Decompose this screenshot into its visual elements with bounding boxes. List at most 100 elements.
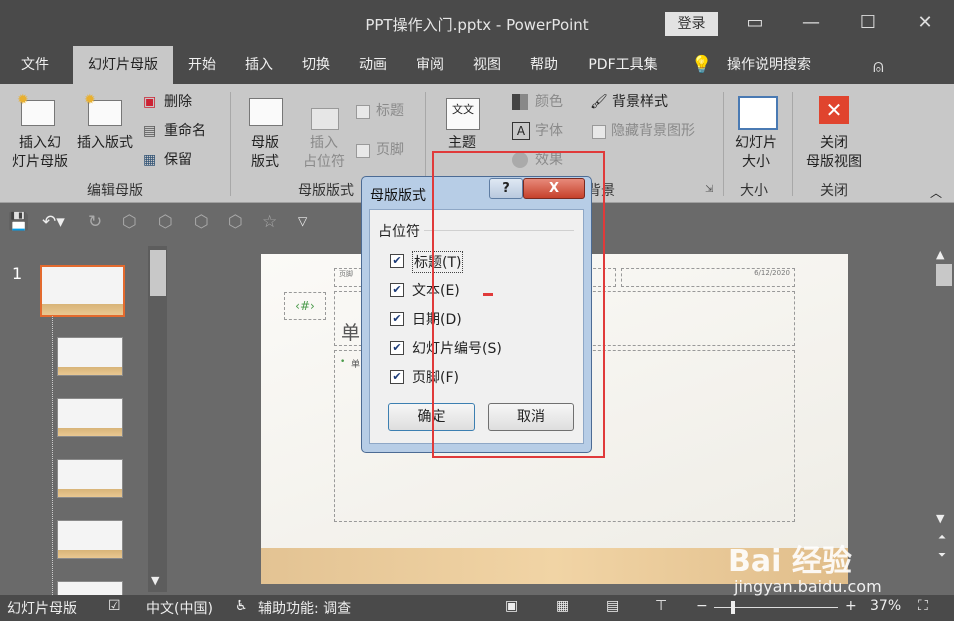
tab-review[interactable]: 审阅 — [408, 46, 452, 84]
collapse-ribbon-icon[interactable]: ︿ — [930, 184, 942, 201]
delete-icon[interactable]: ▣ — [143, 94, 156, 110]
insert-slide-master-label-1[interactable]: 插入幻 — [8, 134, 72, 153]
number-placeholder[interactable]: ‹#› — [284, 292, 326, 320]
delete-button[interactable]: 删除 — [164, 93, 192, 112]
shape-icon[interactable]: ⬡ — [228, 212, 243, 232]
title-checkbox-label: 标题 — [376, 103, 404, 119]
accessibility-icon[interactable]: ♿ — [235, 598, 248, 614]
master-layout-label-2[interactable]: 版式 — [240, 153, 290, 172]
layout-thumbnail[interactable] — [57, 459, 123, 498]
slide-number-option-checkbox[interactable]: ✔ — [390, 341, 404, 355]
colors-button: 颜色 — [535, 94, 563, 110]
fit-to-window-icon[interactable]: ⛶ — [918, 598, 928, 614]
ribbon-separator — [723, 92, 724, 196]
layout-thumbnail[interactable] — [57, 398, 123, 437]
tab-pdf-tools[interactable]: PDF工具集 — [580, 46, 666, 84]
close-master-label-1[interactable]: 关闭 — [798, 134, 870, 153]
scroll-down-icon[interactable]: ▼ — [936, 512, 944, 525]
close-master-label-2[interactable]: 母版视图 — [798, 153, 870, 172]
normal-view-icon[interactable]: ▣ — [505, 598, 518, 614]
master-thumbnail[interactable] — [40, 265, 125, 317]
tab-home[interactable]: 开始 — [180, 46, 224, 84]
slide-size-icon[interactable] — [738, 96, 778, 130]
status-language[interactable]: 中文(中国) — [146, 598, 213, 618]
hide-bg-checkbox — [592, 125, 606, 139]
hide-bg-label: 隐藏背景图形 — [611, 123, 695, 139]
shape-icon[interactable]: ⬡ — [158, 212, 173, 232]
slideshow-icon[interactable]: ⊤ — [655, 598, 667, 614]
rename-icon[interactable]: ▤ — [143, 123, 156, 139]
slide-size-label-2[interactable]: 大小 — [726, 153, 786, 172]
text-option-checkbox[interactable]: ✔ — [390, 283, 404, 297]
header-text: 页脚 — [339, 270, 353, 278]
next-slide-icon[interactable]: ⏷ — [938, 550, 946, 561]
close-master-view-icon[interactable]: ✕ — [819, 96, 849, 124]
tab-animations[interactable]: 动画 — [351, 46, 395, 84]
title-text: 单 — [341, 322, 361, 344]
tab-slide-master[interactable]: 幻灯片母版 — [73, 46, 173, 84]
reading-view-icon[interactable]: ▤ — [606, 598, 619, 614]
slide-size-label-1[interactable]: 幻灯片 — [726, 134, 786, 153]
scroll-up-icon[interactable]: ▲ — [936, 248, 944, 261]
thumbnail-scrollbar[interactable] — [148, 246, 167, 592]
body-text: 单 — [351, 360, 361, 370]
insert-layout-label[interactable]: 插入版式 — [72, 134, 138, 153]
slide-sorter-icon[interactable]: ▦ — [556, 598, 569, 614]
preserve-button[interactable]: 保留 — [164, 151, 192, 170]
undo-icon[interactable]: ↶▾ — [42, 212, 65, 232]
close-icon[interactable]: ✕ — [910, 9, 940, 37]
previous-slide-icon[interactable]: ⏶ — [938, 532, 946, 543]
notes-icon[interactable]: ☑ — [108, 598, 121, 614]
footer-option-checkbox[interactable]: ✔ — [390, 370, 404, 384]
bullet-icon: • — [340, 357, 346, 367]
layout-thumbnail[interactable] — [57, 520, 123, 559]
tab-transitions[interactable]: 切换 — [294, 46, 338, 84]
tell-me-search[interactable]: 操作说明搜索 — [720, 46, 818, 84]
ribbon-display-icon[interactable]: ▭ — [740, 9, 770, 37]
insert-layout-icon[interactable]: ✹ — [84, 92, 122, 126]
share-person-icon[interactable]: ⍝ — [873, 56, 884, 77]
date-option-checkbox[interactable]: ✔ — [390, 312, 404, 326]
date-placeholder[interactable]: 6/12/2020 — [621, 268, 795, 287]
tab-insert[interactable]: 插入 — [237, 46, 281, 84]
insert-placeholder-label-2: 占位符 — [303, 154, 345, 170]
insert-slide-master-icon[interactable]: ✹ — [17, 92, 55, 126]
save-icon[interactable]: 💾 — [8, 212, 29, 232]
shape-icon[interactable]: ⬡ — [122, 212, 137, 232]
redo-icon[interactable]: ↻ — [88, 212, 102, 232]
footer-checkbox-label: 页脚 — [376, 142, 404, 158]
theme-icon[interactable]: 文文 — [446, 98, 480, 130]
customize-qat-icon[interactable]: ▽ — [298, 214, 307, 228]
shape-icon[interactable]: ⬡ — [194, 212, 209, 232]
preserve-icon[interactable]: ▦ — [143, 152, 156, 168]
scroll-down-icon[interactable]: ▼ — [151, 574, 159, 587]
fonts-button: 字体 — [535, 123, 563, 139]
star-icon[interactable]: ☆ — [262, 212, 277, 232]
zoom-out-button[interactable]: − — [696, 598, 708, 614]
scrollbar-thumb[interactable] — [936, 264, 952, 286]
layout-thumbnail[interactable] — [57, 337, 123, 376]
background-styles-icon[interactable]: 🖌 — [590, 94, 608, 110]
status-accessibility[interactable]: 辅助功能: 调查 — [258, 598, 351, 618]
zoom-in-button[interactable]: + — [845, 598, 857, 614]
background-styles-button[interactable]: 背景样式 — [612, 93, 668, 112]
title-option-checkbox[interactable]: ✔ — [390, 254, 404, 268]
tab-file[interactable]: 文件 — [8, 46, 62, 84]
rename-button[interactable]: 重命名 — [164, 122, 206, 141]
minimize-icon[interactable]: — — [796, 9, 826, 37]
master-layout-icon[interactable] — [249, 98, 283, 126]
scrollbar-thumb[interactable] — [150, 250, 166, 296]
dialog-launcher-icon[interactable]: ⇲ — [705, 184, 713, 195]
insert-slide-master-label-2[interactable]: 灯片母版 — [8, 153, 72, 172]
zoom-slider-thumb[interactable] — [731, 601, 735, 614]
ribbon-separator — [230, 92, 231, 196]
login-button[interactable]: 登录 — [665, 12, 718, 36]
group-master-layout: 母版版式 — [298, 183, 354, 199]
tab-help[interactable]: 帮助 — [522, 46, 566, 84]
maximize-icon[interactable]: ☐ — [853, 9, 883, 37]
title-checkbox — [356, 105, 370, 119]
tab-view[interactable]: 视图 — [465, 46, 509, 84]
master-layout-label-1[interactable]: 母版 — [240, 134, 290, 153]
zoom-level[interactable]: 37% — [870, 598, 901, 614]
dialog-title: 母版版式 — [370, 188, 426, 204]
